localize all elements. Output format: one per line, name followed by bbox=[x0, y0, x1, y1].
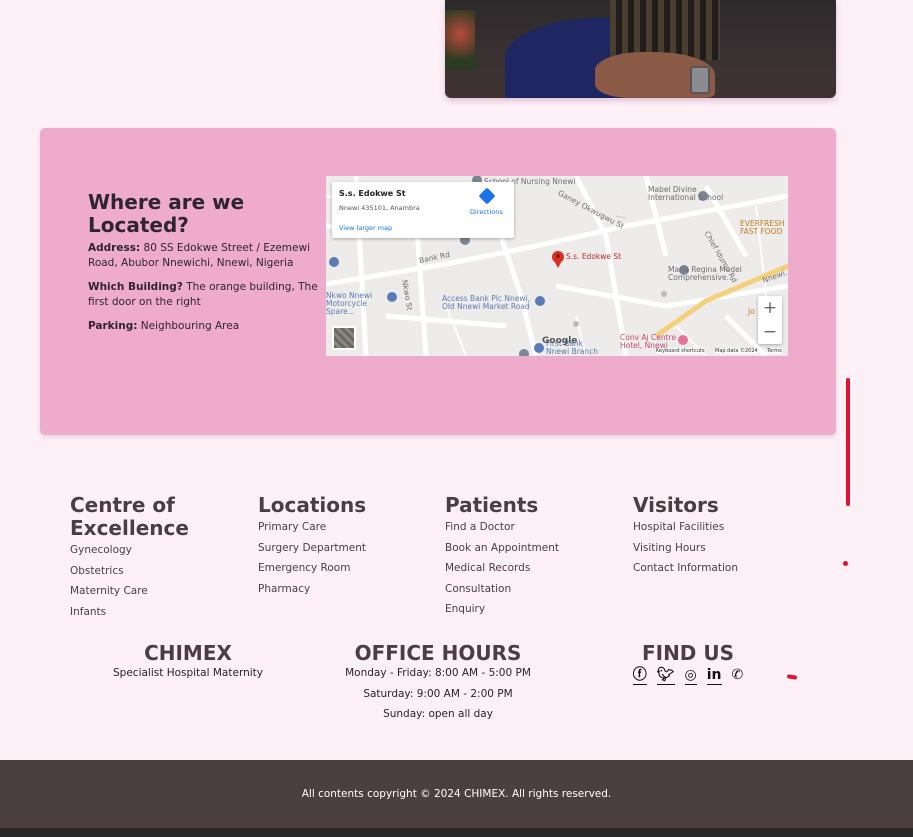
flower-decoration bbox=[445, 10, 475, 70]
annotation-red-line bbox=[846, 378, 850, 506]
directions-icon[interactable] bbox=[478, 187, 496, 205]
building-label: Which Building? bbox=[88, 281, 183, 293]
map-zoom-control: + − bbox=[758, 296, 782, 344]
footer-link-obstetrics[interactable]: Obstetrics bbox=[70, 561, 240, 582]
twitter-icon[interactable]: 🐦︎ bbox=[656, 667, 675, 685]
map-label-everfresh: EVERFRESH FAST FOOD bbox=[740, 219, 785, 236]
footer-column-visitors: Visitors Hospital Facilities Visiting Ho… bbox=[633, 494, 803, 579]
parking-label: Parking: bbox=[88, 320, 138, 332]
embedded-map[interactable]: S.s. Edokwe St School of Nursing Nnewi M… bbox=[326, 176, 788, 356]
brand-tagline: Specialist Hospital Maternity bbox=[113, 667, 263, 679]
map-place-address: Nnewi 435101, Anambra bbox=[339, 204, 420, 212]
footer-link-find-a-doctor[interactable]: Find a Doctor bbox=[445, 517, 615, 538]
whatsapp-icon[interactable]: ✆ bbox=[732, 667, 744, 685]
map-label-access-bank: Access Bank Plc Nnewi, Old Nnewi Market … bbox=[442, 294, 530, 311]
zoom-in-button[interactable]: + bbox=[758, 296, 782, 320]
brand-name: CHIMEX bbox=[144, 641, 232, 665]
footer-link-visiting-hours[interactable]: Visiting Hours bbox=[633, 538, 803, 559]
footer-link-surgery-department[interactable]: Surgery Department bbox=[258, 538, 428, 559]
copyright-text: All contents copyright © 2024 CHIMEX. Al… bbox=[301, 788, 612, 800]
footer-link-gynecology[interactable]: Gynecology bbox=[70, 540, 240, 561]
footer-column-title: Locations bbox=[258, 493, 367, 517]
footer-link-emergency-room[interactable]: Emergency Room bbox=[258, 558, 428, 579]
satellite-toggle[interactable] bbox=[332, 326, 356, 350]
map-place-name: S.s. Edokwe St bbox=[339, 189, 406, 198]
footer-link-contact-information[interactable]: Contact Information bbox=[633, 558, 803, 579]
footer-column-title: Visitors bbox=[633, 493, 719, 517]
map-data-text: Map data ©2024 bbox=[715, 348, 758, 354]
office-hours-saturday: Saturday: 9:00 AM - 2:00 PM bbox=[363, 687, 513, 700]
footer-link-primary-care[interactable]: Primary Care bbox=[258, 517, 428, 538]
find-us-title: FIND US bbox=[641, 641, 735, 665]
directions-link[interactable]: Directions bbox=[470, 208, 503, 216]
social-links: ⓕ 🐦︎ ◎ in ✆ bbox=[608, 667, 768, 685]
map-label-maria: Maria Regina Model Comprehensive... bbox=[668, 265, 742, 282]
hero-photo bbox=[445, 0, 836, 98]
parking-value: Neighbouring Area bbox=[140, 320, 240, 332]
footer-column-patients: Patients Find a Doctor Book an Appointme… bbox=[445, 494, 615, 620]
location-title: Where are we Located? bbox=[88, 190, 245, 237]
find-us-block: FIND US ⓕ 🐦︎ ◎ in ✆ bbox=[608, 643, 768, 685]
brand-block: CHIMEX Specialist Hospital Maternity bbox=[98, 643, 278, 684]
linkedin-icon[interactable]: in bbox=[706, 667, 722, 685]
map-label-nkwo-spare: Nkwo Nnewi Motorcycle Spare... bbox=[326, 291, 373, 316]
striped-dress bbox=[610, 0, 720, 60]
footer-column-title: Centre of Excellence bbox=[70, 493, 189, 540]
facebook-icon[interactable]: ⓕ bbox=[632, 667, 647, 685]
footer-link-infants[interactable]: Infants bbox=[70, 602, 240, 623]
footer-column-locations: Locations Primary Care Surgery Departmen… bbox=[258, 494, 428, 599]
annotation-red-dash bbox=[786, 674, 798, 680]
copyright-bar: All contents copyright © 2024 CHIMEX. Al… bbox=[0, 760, 913, 828]
office-hours-block: OFFICE HOURS Monday - Friday: 8:00 AM - … bbox=[318, 643, 558, 725]
google-logo: Google bbox=[542, 336, 578, 346]
footer-column-centre-of-excellence: Centre of Excellence Gynecology Obstetri… bbox=[70, 494, 240, 622]
office-hours-weekdays: Monday - Friday: 8:00 AM - 5:00 PM bbox=[345, 667, 531, 679]
map-label-jo: Jo bbox=[748, 307, 755, 316]
footer-link-consultation[interactable]: Consultation bbox=[445, 579, 615, 600]
map-info-card: S.s. Edokwe St Nnewi 435101, Anambra Vie… bbox=[332, 182, 514, 238]
footer-link-maternity-care[interactable]: Maternity Care bbox=[70, 581, 240, 602]
location-card: Where are we Located? Address: 80 SS Edo… bbox=[40, 128, 836, 435]
annotation-red-dot bbox=[843, 561, 848, 566]
instagram-icon[interactable]: ◎ bbox=[684, 667, 697, 685]
footer-link-hospital-facilities[interactable]: Hospital Facilities bbox=[633, 517, 803, 538]
office-hours-sunday: Sunday: open all day bbox=[383, 708, 493, 720]
bottom-strip bbox=[0, 828, 913, 837]
zoom-out-button[interactable]: − bbox=[758, 320, 782, 344]
address-label: Address: bbox=[88, 242, 141, 254]
footer-column-title: Patients bbox=[445, 493, 539, 517]
map-terms-link[interactable]: Terms bbox=[767, 348, 782, 354]
footer-link-enquiry[interactable]: Enquiry bbox=[445, 599, 615, 620]
wristwatch bbox=[690, 66, 710, 94]
map-pin-label: S.s. Edokwe St bbox=[566, 252, 622, 261]
office-hours-title: OFFICE HOURS bbox=[354, 641, 522, 665]
parking-line: Parking: Neighbouring Area bbox=[88, 319, 320, 334]
building-line: Which Building? The orange building, The… bbox=[88, 280, 320, 310]
footer-link-book-appointment[interactable]: Book an Appointment bbox=[445, 538, 615, 559]
view-larger-map-link[interactable]: View larger map bbox=[339, 224, 392, 232]
footer-link-medical-records[interactable]: Medical Records bbox=[445, 558, 615, 579]
map-label-mabel: Mabel Divine International School bbox=[648, 185, 724, 202]
keyboard-shortcuts-link[interactable]: Keyboard shortcuts bbox=[656, 348, 705, 354]
footer-link-pharmacy[interactable]: Pharmacy bbox=[258, 579, 428, 600]
address-line: Address: 80 SS Edokwe Street / Ezemewi R… bbox=[88, 241, 320, 271]
